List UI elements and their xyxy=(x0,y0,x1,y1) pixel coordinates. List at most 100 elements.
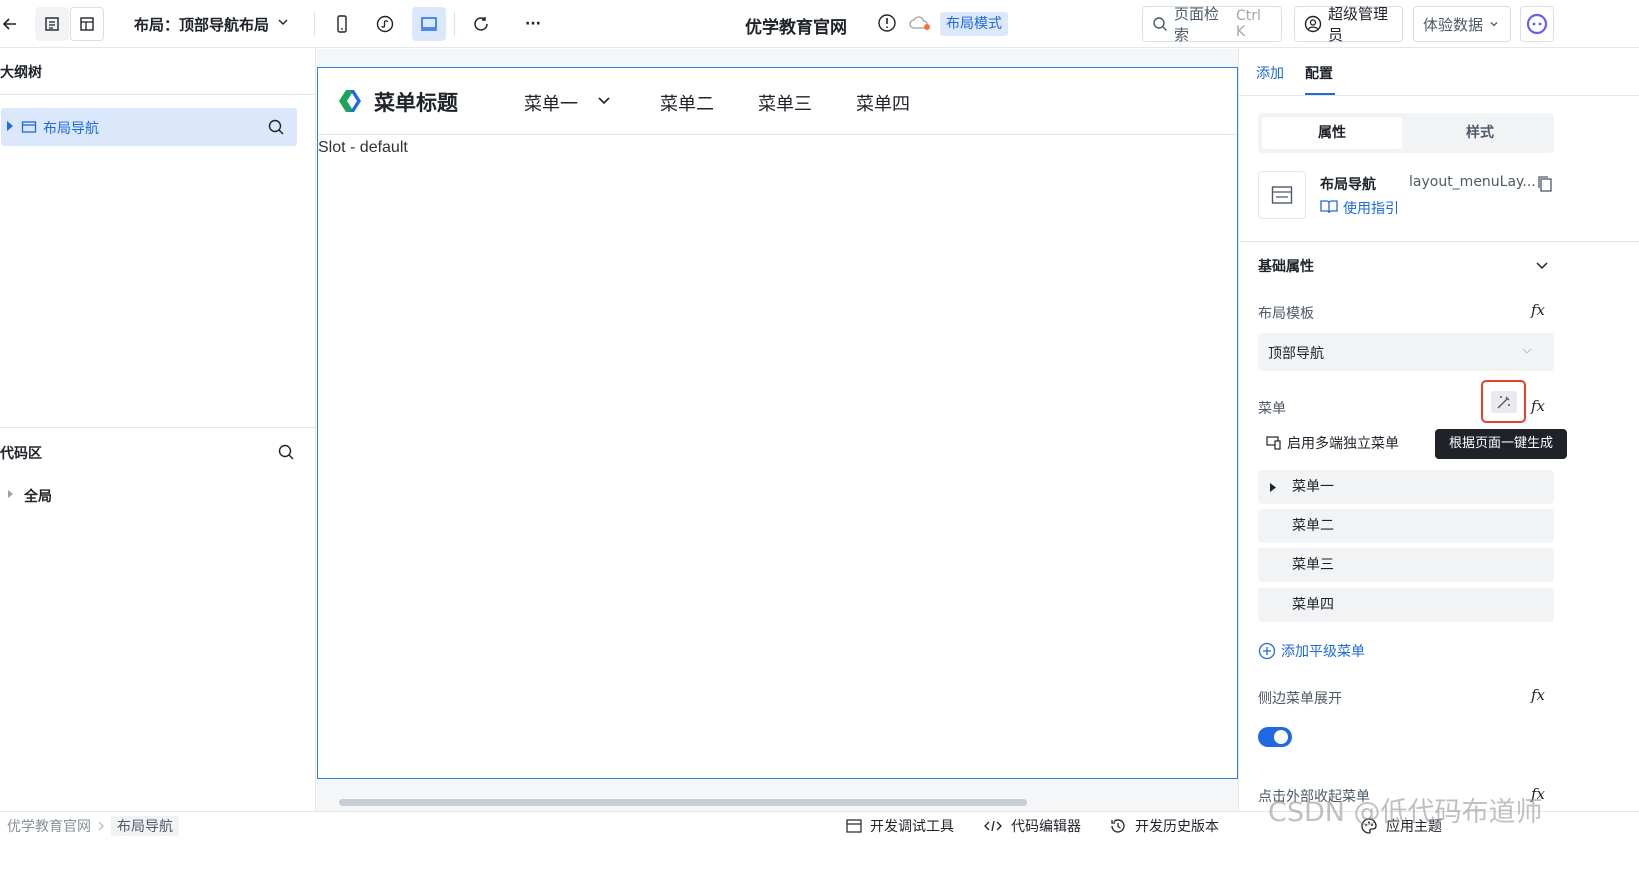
chevron-down-icon[interactable] xyxy=(277,16,289,28)
menu-label: 菜单 xyxy=(1258,401,1286,417)
code-icon xyxy=(983,819,1003,833)
magic-wand-icon xyxy=(1496,394,1512,410)
watermark: CSDN @低代码布道师 xyxy=(1268,797,1543,828)
divider xyxy=(0,94,315,95)
nav-divider xyxy=(318,134,1237,135)
fx-icon[interactable]: fx xyxy=(1531,301,1545,319)
fx-icon[interactable]: fx xyxy=(1531,686,1545,704)
breadcrumb: 优学教育官网 布局导航 xyxy=(7,815,179,837)
dev-tools-label: 开发调试工具 xyxy=(870,819,954,835)
data-select[interactable]: 体验数据 xyxy=(1413,6,1511,42)
outline-tree-title: 大纲树 xyxy=(0,65,42,81)
search-shortcut: Ctrl K xyxy=(1236,8,1261,40)
menu-row-label: 菜单三 xyxy=(1292,557,1334,573)
usage-guide-link[interactable]: 使用指引 xyxy=(1343,198,1399,218)
toggle-knob xyxy=(1274,730,1288,744)
page-search-input[interactable]: 页面检索 Ctrl K xyxy=(1142,5,1282,44)
user-menu-button[interactable]: 超级管理员 xyxy=(1294,5,1403,44)
tree-item-label: 布局导航 xyxy=(43,121,99,137)
nav-item-menu-3[interactable]: 菜单三 xyxy=(758,90,812,116)
warning-icon[interactable] xyxy=(877,13,897,33)
menu-row-label: 菜单二 xyxy=(1292,518,1334,534)
back-arrow-icon[interactable] xyxy=(0,7,20,41)
component-name: 布局导航 xyxy=(1320,177,1376,193)
code-area-title: 代码区 xyxy=(0,446,42,462)
toolbar-divider xyxy=(314,12,315,36)
user-label: 超级管理员 xyxy=(1328,5,1389,44)
layout-component-icon xyxy=(1271,185,1293,205)
code-editor-button[interactable]: 代码编辑器 xyxy=(983,816,1081,836)
mobile-device-icon[interactable] xyxy=(325,7,359,41)
segment-properties[interactable]: 属性 xyxy=(1262,117,1402,149)
layout-mode-badge[interactable]: 布局模式 xyxy=(940,12,1008,36)
toolbar-divider xyxy=(454,12,455,36)
divider xyxy=(1239,241,1639,242)
history-label: 开发历史版本 xyxy=(1135,819,1219,835)
component-id: layout_menuLay... xyxy=(1409,174,1536,190)
horizontal-scrollbar[interactable] xyxy=(339,799,1027,806)
slot-placeholder: Slot - default xyxy=(318,139,408,156)
search-icon[interactable] xyxy=(267,118,285,136)
dev-tools-button[interactable]: 开发调试工具 xyxy=(846,816,954,836)
nav-item-menu-1[interactable]: 菜单一 xyxy=(524,90,578,116)
canvas-area: 菜单标题 菜单一 菜单二 菜单三 菜单四 Slot - default xyxy=(317,49,1238,844)
dev-tools-icon xyxy=(846,819,862,833)
code-editor-label: 代码编辑器 xyxy=(1011,819,1081,835)
search-label: 页面检索 xyxy=(1174,5,1220,44)
ai-assistant-button[interactable] xyxy=(1520,6,1554,42)
search-icon[interactable] xyxy=(277,443,295,461)
desktop-device-icon[interactable] xyxy=(412,7,446,41)
section-basic-props[interactable]: 基础属性 xyxy=(1258,256,1314,276)
layout-template-value: 顶部导航 xyxy=(1268,346,1324,362)
component-icon-box xyxy=(1258,171,1306,219)
caret-right-icon[interactable] xyxy=(1270,483,1276,492)
segment-styles[interactable]: 样式 xyxy=(1410,117,1550,149)
more-icon[interactable]: ··· xyxy=(516,7,550,41)
chevron-down-icon xyxy=(1489,19,1499,29)
multi-menu-label[interactable]: 启用多端独立菜单 xyxy=(1287,433,1399,453)
layout-component-icon xyxy=(21,119,37,135)
add-sibling-menu-button[interactable]: 添加平级菜单 xyxy=(1281,641,1365,661)
menu-row-4[interactable]: 菜单四 xyxy=(1258,588,1554,622)
breadcrumb-item-current[interactable]: 布局导航 xyxy=(111,816,179,836)
divider xyxy=(0,427,315,428)
layout-template-select[interactable]: 顶部导航 xyxy=(1258,333,1554,371)
fx-icon[interactable]: fx xyxy=(1531,397,1545,415)
menu-row-label: 菜单一 xyxy=(1292,479,1334,495)
tree-item-layout-nav[interactable]: 布局导航 xyxy=(1,108,297,146)
menu-row-1[interactable]: 菜单一 xyxy=(1258,470,1554,504)
menu-row-3[interactable]: 菜单三 xyxy=(1258,548,1554,582)
add-circle-icon[interactable] xyxy=(1258,642,1276,660)
copy-icon[interactable] xyxy=(1537,175,1553,193)
right-panel: 添加 配置 属性 样式 布局导航 layout_menuLay... 使用指引 … xyxy=(1238,49,1639,844)
multi-device-icon[interactable] xyxy=(1266,435,1282,451)
caret-right-icon[interactable] xyxy=(8,490,13,498)
left-panel: 大纲树 布局导航 代码区 全局 xyxy=(0,49,316,844)
caret-right-icon[interactable] xyxy=(7,121,13,131)
tree-item-global[interactable]: 全局 xyxy=(24,486,52,506)
tab-config[interactable]: 配置 xyxy=(1305,63,1333,83)
chevron-down-icon[interactable] xyxy=(598,96,610,106)
nav-item-menu-2[interactable]: 菜单二 xyxy=(660,90,714,116)
menu-row-label: 菜单四 xyxy=(1292,597,1334,613)
search-icon xyxy=(1152,16,1168,32)
tab-add[interactable]: 添加 xyxy=(1256,63,1284,83)
chevron-right-icon xyxy=(97,821,105,831)
mini-program-icon[interactable] xyxy=(368,7,402,41)
side-menu-expand-label: 侧边菜单展开 xyxy=(1258,691,1342,707)
design-canvas[interactable]: 菜单标题 菜单一 菜单二 菜单三 菜单四 Slot - default xyxy=(317,67,1238,779)
breadcrumb-item-site[interactable]: 优学教育官网 xyxy=(7,816,91,836)
history-icon xyxy=(1109,817,1127,835)
side-menu-expand-toggle[interactable] xyxy=(1258,727,1292,747)
page-view-icon[interactable] xyxy=(35,7,69,41)
nav-item-menu-4[interactable]: 菜单四 xyxy=(856,90,910,116)
magic-wand-button[interactable] xyxy=(1491,391,1517,413)
refresh-icon[interactable] xyxy=(464,7,498,41)
menu-row-2[interactable]: 菜单二 xyxy=(1258,509,1554,543)
history-button[interactable]: 开发历史版本 xyxy=(1109,816,1219,836)
chevron-down-icon[interactable] xyxy=(1536,261,1548,271)
cloud-status-icon xyxy=(908,14,932,32)
site-title: 优学教育官网 xyxy=(745,18,847,38)
layout-view-icon[interactable] xyxy=(70,7,104,41)
divider xyxy=(1239,95,1639,96)
